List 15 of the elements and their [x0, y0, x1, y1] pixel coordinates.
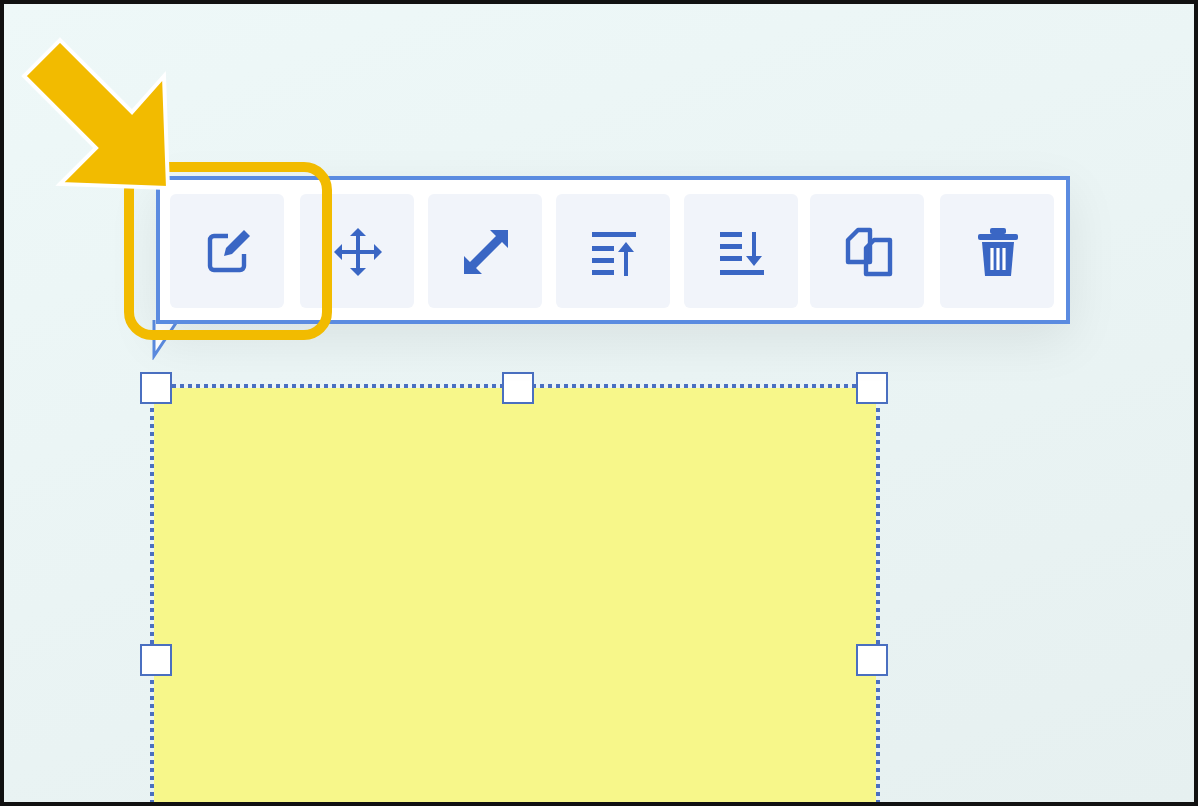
- diagonal-arrow-icon: [459, 225, 511, 277]
- square-pen-button[interactable]: [170, 194, 284, 308]
- copy-icon: [841, 225, 893, 277]
- resize-handle[interactable]: [856, 644, 888, 676]
- trash-button[interactable]: [940, 194, 1054, 308]
- resize-handle[interactable]: [140, 372, 172, 404]
- resize-handle[interactable]: [502, 372, 534, 404]
- four-way-arrow-icon: [331, 225, 383, 277]
- lines-up-arrow-button[interactable]: [556, 194, 670, 308]
- resize-handle[interactable]: [140, 644, 172, 676]
- lines-down-arrow-button[interactable]: [684, 194, 798, 308]
- diagonal-arrow-button[interactable]: [428, 194, 542, 308]
- resize-handle[interactable]: [856, 372, 888, 404]
- copy-button[interactable]: [810, 194, 924, 308]
- four-way-arrow-button[interactable]: [300, 194, 414, 308]
